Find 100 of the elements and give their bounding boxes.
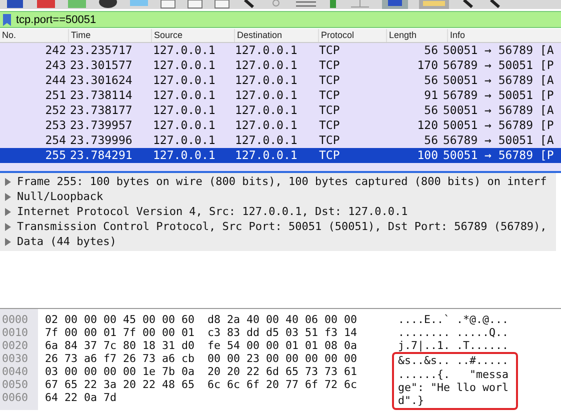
table-cell-text: 56789 → 50051 [P [443,88,555,103]
hex-bytes: 03 00 00 00 00 1e 7b 0a 20 20 22 6d 65 73 73 61 [45,365,358,378]
packet-row[interactable]: 243 23.301577 127.0.0.1 127.0.0.1 TCP 170 56789 → 50051 [P [0,58,561,73]
collapsed-triangle-icon[interactable] [5,238,11,246]
column-header[interactable]: Source [151,29,234,42]
table-cell-text: 127.0.0.1 [235,148,298,163]
collapsed-triangle-icon[interactable] [5,192,11,200]
table-cell-text: 244 [44,73,66,88]
table-cell-text: 242 [44,43,66,58]
ascii-text: j.7|..1. .T...... [397,339,510,352]
packet-row[interactable]: 253 23.739957 127.0.0.1 127.0.0.1 TCP 120 50051 → 56789 [P [0,118,561,133]
table-cell-text: 56 [423,133,439,148]
offset-label: 0050 [2,378,30,391]
table-cell-text: TCP [319,133,341,148]
table-cell-text: 100 [416,148,439,163]
column-header[interactable]: Info [447,29,561,42]
bar-icon[interactable] [328,0,338,9]
filter-text: tcp.port==50051 [16,14,96,26]
offset-label: 0030 [2,352,30,365]
packet-row[interactable]: 254 23.739996 127.0.0.1 127.0.0.1 TCP 56 56789 → 50051 [A [0,133,561,148]
offset-label: 0000 [2,313,30,326]
table-cell-text: TCP [319,118,341,133]
column-header[interactable]: Destination [234,29,318,42]
table-cell-text: 127.0.0.1 [152,103,216,118]
table-cell-text: 254 [44,133,66,148]
document-icon[interactable] [160,0,176,9]
table-cell-text: TCP [319,88,341,103]
table-cell-text: 23.301577 [69,58,134,73]
highlighted-ascii-text: &s..&s.. ..#..... [392,352,518,368]
table-cell-text: 127.0.0.1 [235,43,298,58]
document-icon[interactable] [187,0,203,9]
square-icon[interactable] [36,0,56,9]
ascii-text: ........ .....Q.. [397,326,510,339]
highlighted-ascii-text: ......{. "messa [392,368,518,380]
table-cell-text: 23.738177 [69,103,134,118]
hex-bytes: 64 22 0a 7d [45,391,118,404]
display-filter-field[interactable]: tcp.port==50051 [0,11,561,28]
table-cell-text: TCP [319,43,341,58]
tree-item[interactable]: Null/Loopback [17,190,104,203]
offset-label: 0010 [2,326,30,339]
hex-bytes: 7f 00 00 01 7f 00 00 01 c3 83 dd d5 03 51 f3 14 [45,326,358,339]
table-cell-text: 50051 → 56789 [A [443,73,555,88]
table-cell-text: 91 [423,88,439,103]
tree-item[interactable]: Data (44 bytes) [17,235,116,248]
packet-row[interactable]: 244 23.301624 127.0.0.1 127.0.0.1 TCP 56 50051 → 56789 [A [0,73,561,88]
table-cell-text: 127.0.0.1 [152,118,216,133]
table-cell-text: 23.301624 [69,73,134,88]
table-cell-text: 127.0.0.1 [235,58,298,73]
table-cell-text: 127.0.0.1 [235,73,298,88]
table-cell-text: 170 [416,58,439,73]
ascii-text: ....E..` .*@.@... [397,313,510,326]
column-header[interactable]: Length [386,29,447,42]
column-header[interactable]: Protocol [318,29,386,42]
table-cell-text: 56789 → 50051 [P [443,58,555,73]
packet-row[interactable]: 242 23.235717 127.0.0.1 127.0.0.1 TCP 56 50051 → 56789 [A [0,43,561,58]
column-header[interactable]: Time [68,29,151,42]
collapsed-triangle-icon[interactable] [5,208,11,216]
table-cell-text: 23.739957 [69,118,134,133]
table-cell-text: 255 [44,148,66,163]
table-cell-text: 253 [44,118,66,133]
hex-bytes: 02 00 00 00 45 00 00 60 d8 2a 40 00 40 06 00 00 [45,313,358,326]
table-cell-text: 23.235717 [69,43,134,58]
packet-row[interactable]: 251 23.738114 127.0.0.1 127.0.0.1 TCP 91 56789 → 50051 [P [0,88,561,103]
table-cell-text: 56 [423,103,439,118]
table-cell-text: 56 [423,43,439,58]
highlighted-ascii-text: ge": "He llo worl [392,380,518,394]
packet-row[interactable]: 255 23.784291 127.0.0.1 127.0.0.1 TCP 100 50051 → 56789 [P [0,148,561,163]
table-cell-text: 127.0.0.1 [235,118,298,133]
bookmark-icon[interactable] [3,14,11,26]
lines-icon[interactable] [295,0,317,9]
offset-label: 0060 [2,391,30,404]
table-cell-text: 127.0.0.1 [152,148,216,163]
hex-bytes: 67 65 22 3a 20 22 48 65 6c 6c 6f 20 77 6f 72 6c [45,378,358,391]
table-cell-text: 127.0.0.1 [152,73,216,88]
table-cell-text: 50051 → 56789 [P [443,148,555,163]
highlighted-ascii-text: d".} [392,394,518,410]
table-cell-text: 50051 → 56789 [P [443,118,555,133]
table-cell-text: 23.784291 [69,148,134,163]
document-icon[interactable] [214,0,230,9]
collapsed-triangle-icon[interactable] [5,178,11,186]
table-cell-text: TCP [319,103,341,118]
table-cell-text: 120 [416,118,439,133]
tree-item[interactable]: Frame 255: 100 bytes on wire (800 bits), 100 bytes captured (800 bits) on interf [17,175,547,188]
table-cell-text: 23.739996 [69,133,134,148]
table-cell-text: 127.0.0.1 [152,133,216,148]
tree-item[interactable]: Internet Protocol Version 4, Src: 127.0.0.1, Dst: 127.0.0.1 [17,205,408,218]
packet-row[interactable]: 252 23.738177 127.0.0.1 127.0.0.1 TCP 56 50051 → 56789 [A [0,103,561,118]
collapsed-triangle-icon[interactable] [5,222,11,230]
tree-item[interactable]: Transmission Control Protocol, Src Port: 50051 (50051), Dst Port: 56789 (56789), [17,220,547,233]
table-cell-text: 127.0.0.1 [235,88,298,103]
table-cell-text: TCP [319,73,341,88]
column-header[interactable]: No. [0,29,68,42]
offset-label: 0040 [2,365,30,378]
table-cell-text: TCP [319,58,341,73]
table-cell-text: 50051 → 56789 [A [443,103,555,118]
offset-label: 0020 [2,339,30,352]
table-cell-text: 23.738114 [69,88,134,103]
table-cell-text: 243 [44,58,66,73]
hex-bytes: 6a 84 37 7c 80 18 31 d0 fe 54 00 00 01 01 08 0a [45,339,358,352]
table-cell-text: 56789 → 50051 [A [443,133,555,148]
